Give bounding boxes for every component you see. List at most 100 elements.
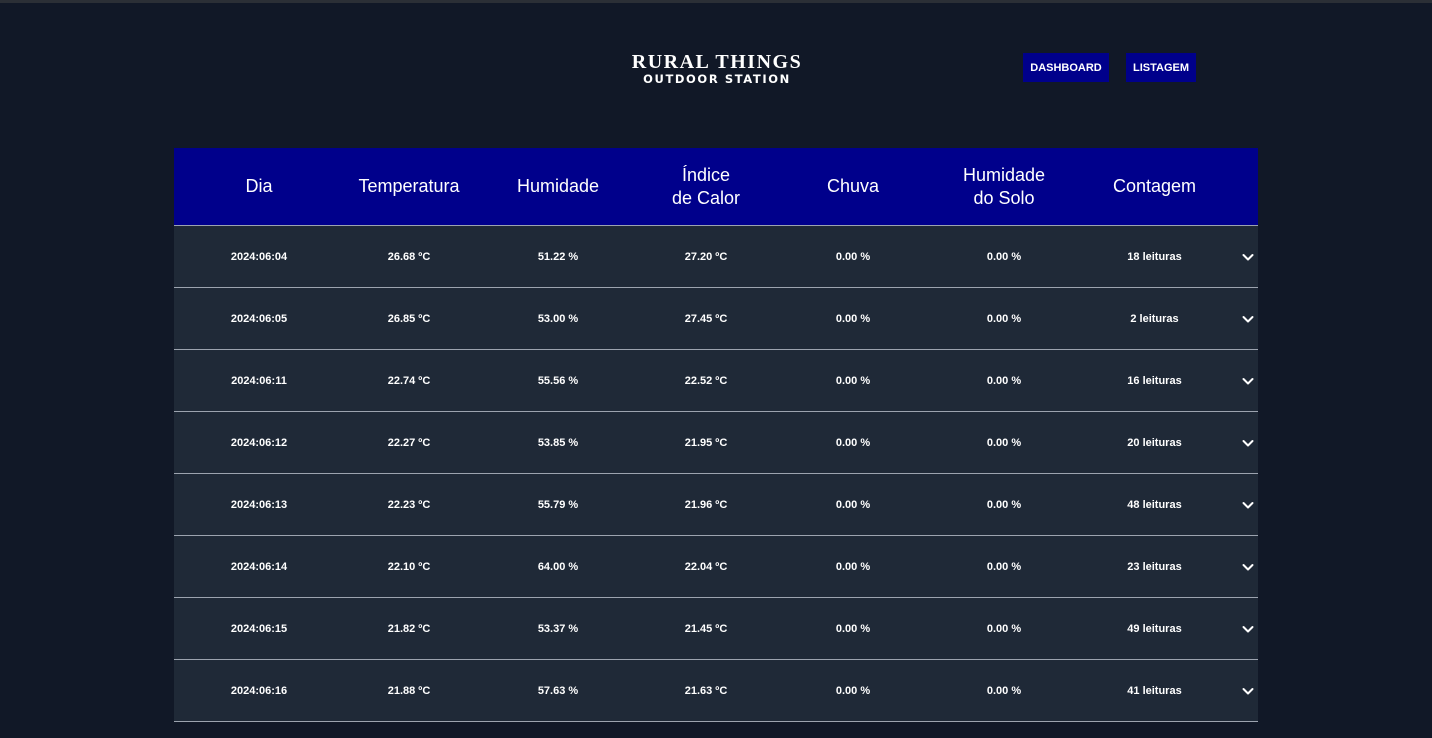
dashboard-button[interactable]: DASHBOARD: [1023, 53, 1109, 82]
cell-humidade: 55.79 %: [537, 498, 579, 511]
chevron-down-icon[interactable]: [1240, 559, 1256, 575]
table-row[interactable]: 2024:06:15 21.82 ºC 53.37 % 21.45 ºC 0.0…: [174, 598, 1258, 660]
cell-dia: 2024:06:13: [230, 498, 288, 511]
cell-chuva: 0.00 %: [835, 374, 871, 387]
expand-toggle[interactable]: [1237, 683, 1258, 699]
cell-contagem: 18 leituras: [1127, 250, 1182, 263]
readings-table: Dia Temperatura Humidade Índice de Calor…: [174, 148, 1258, 722]
cell-contagem: 49 leituras: [1127, 622, 1182, 635]
chevron-down-icon[interactable]: [1240, 621, 1256, 637]
cell-humidade: 51.22 %: [537, 250, 579, 263]
cell-temperatura: 21.88 ºC: [387, 684, 431, 697]
cell-indice-calor: 27.20 ºC: [684, 250, 728, 263]
expand-toggle[interactable]: [1237, 311, 1258, 327]
header-contagem: Contagem: [1112, 176, 1197, 196]
header-temperatura: Temperatura: [358, 176, 460, 196]
table-header: Dia Temperatura Humidade Índice de Calor…: [174, 148, 1258, 226]
table-row[interactable]: 2024:06:13 22.23 ºC 55.79 % 21.96 ºC 0.0…: [174, 474, 1258, 536]
table-row[interactable]: 2024:06:12 22.27 ºC 53.85 % 21.95 ºC 0.0…: [174, 412, 1258, 474]
cell-temperatura: 22.27 ºC: [387, 436, 431, 449]
cell-temperatura: 26.85 ºC: [387, 312, 431, 325]
brand-logo[interactable]: RURAL THINGS OUTDOOR STATION: [600, 51, 834, 86]
table-body: 2024:06:04 26.68 ºC 51.22 % 27.20 ºC 0.0…: [174, 226, 1258, 722]
header-indice-calor: Índice de Calor: [642, 164, 770, 210]
expand-toggle[interactable]: [1237, 373, 1258, 389]
cell-humidade: 53.85 %: [537, 436, 579, 449]
table-row[interactable]: 2024:06:04 26.68 ºC 51.22 % 27.20 ºC 0.0…: [174, 226, 1258, 288]
cell-temperatura: 26.68 ºC: [387, 250, 431, 263]
cell-temperatura: 22.23 ºC: [387, 498, 431, 511]
cell-temperatura: 22.10 ºC: [387, 560, 431, 573]
expand-toggle[interactable]: [1237, 249, 1258, 265]
cell-contagem: 2 leituras: [1130, 312, 1179, 325]
cell-chuva: 0.00 %: [835, 684, 871, 697]
header-solo-line2: do Solo: [973, 187, 1035, 208]
cell-dia: 2024:06:14: [230, 560, 288, 573]
cell-dia: 2024:06:12: [230, 436, 288, 449]
cell-chuva: 0.00 %: [835, 250, 871, 263]
site-header: RURAL THINGS OUTDOOR STATION DASHBOARD L…: [0, 3, 1432, 138]
cell-indice-calor: 21.63 ºC: [684, 684, 728, 697]
brand-title: RURAL THINGS: [631, 51, 803, 73]
cell-chuva: 0.00 %: [835, 560, 871, 573]
table-row[interactable]: 2024:06:05 26.85 ºC 53.00 % 27.45 ºC 0.0…: [174, 288, 1258, 350]
listagem-button[interactable]: LISTAGEM: [1126, 53, 1196, 82]
header-solo-line1: Humidade: [962, 164, 1046, 185]
header-indice-line2: de Calor: [671, 187, 741, 208]
table-row[interactable]: 2024:06:14 22.10 ºC 64.00 % 22.04 ºC 0.0…: [174, 536, 1258, 598]
header-indice-line1: Índice: [681, 164, 731, 185]
cell-contagem: 23 leituras: [1127, 560, 1182, 573]
cell-contagem: 41 leituras: [1127, 684, 1182, 697]
chevron-down-icon[interactable]: [1240, 373, 1256, 389]
cell-indice-calor: 21.45 ºC: [684, 622, 728, 635]
cell-dia: 2024:06:05: [230, 312, 288, 325]
header-humidade: Humidade: [516, 176, 600, 196]
cell-humidade-solo: 0.00 %: [986, 250, 1022, 263]
expand-toggle[interactable]: [1237, 559, 1258, 575]
cell-temperatura: 22.74 ºC: [387, 374, 431, 387]
table-row[interactable]: 2024:06:16 21.88 ºC 57.63 % 21.63 ºC 0.0…: [174, 660, 1258, 722]
chevron-down-icon[interactable]: [1240, 497, 1256, 513]
cell-dia: 2024:06:04: [230, 250, 288, 263]
cell-dia: 2024:06:11: [231, 374, 287, 387]
cell-humidade: 64.00 %: [537, 560, 579, 573]
expand-toggle[interactable]: [1237, 497, 1258, 513]
cell-humidade: 57.63 %: [537, 684, 579, 697]
cell-contagem: 20 leituras: [1127, 436, 1182, 449]
cell-humidade-solo: 0.00 %: [986, 312, 1022, 325]
expand-toggle[interactable]: [1237, 621, 1258, 637]
cell-chuva: 0.00 %: [835, 436, 871, 449]
cell-humidade-solo: 0.00 %: [986, 498, 1022, 511]
cell-humidade-solo: 0.00 %: [986, 684, 1022, 697]
brand-subtitle: OUTDOOR STATION: [643, 72, 791, 86]
cell-chuva: 0.00 %: [835, 312, 871, 325]
cell-indice-calor: 22.52 ºC: [684, 374, 728, 387]
table-row[interactable]: 2024:06:11 22.74 ºC 55.56 % 22.52 ºC 0.0…: [174, 350, 1258, 412]
cell-humidade-solo: 0.00 %: [986, 374, 1022, 387]
header-chuva: Chuva: [826, 176, 880, 196]
cell-chuva: 0.00 %: [835, 498, 871, 511]
cell-humidade-solo: 0.00 %: [986, 436, 1022, 449]
cell-dia: 2024:06:15: [230, 622, 288, 635]
cell-humidade: 55.56 %: [537, 374, 579, 387]
cell-contagem: 16 leituras: [1127, 374, 1182, 387]
cell-humidade: 53.37 %: [537, 622, 579, 635]
cell-contagem: 48 leituras: [1127, 498, 1182, 511]
cell-indice-calor: 21.95 ºC: [684, 436, 728, 449]
cell-humidade-solo: 0.00 %: [986, 560, 1022, 573]
cell-indice-calor: 27.45 ºC: [684, 312, 728, 325]
cell-humidade: 53.00 %: [537, 312, 579, 325]
cell-chuva: 0.00 %: [835, 622, 871, 635]
chevron-down-icon[interactable]: [1240, 683, 1256, 699]
chevron-down-icon[interactable]: [1240, 249, 1256, 265]
chevron-down-icon[interactable]: [1240, 435, 1256, 451]
header-dia: Dia: [245, 176, 273, 196]
chevron-down-icon[interactable]: [1240, 311, 1256, 327]
cell-indice-calor: 21.96 ºC: [684, 498, 728, 511]
cell-temperatura: 21.82 ºC: [387, 622, 431, 635]
cell-indice-calor: 22.04 ºC: [684, 560, 728, 573]
header-humidade-solo: Humidade do Solo: [936, 164, 1072, 210]
cell-humidade-solo: 0.00 %: [986, 622, 1022, 635]
expand-toggle[interactable]: [1237, 435, 1258, 451]
cell-dia: 2024:06:16: [230, 684, 288, 697]
